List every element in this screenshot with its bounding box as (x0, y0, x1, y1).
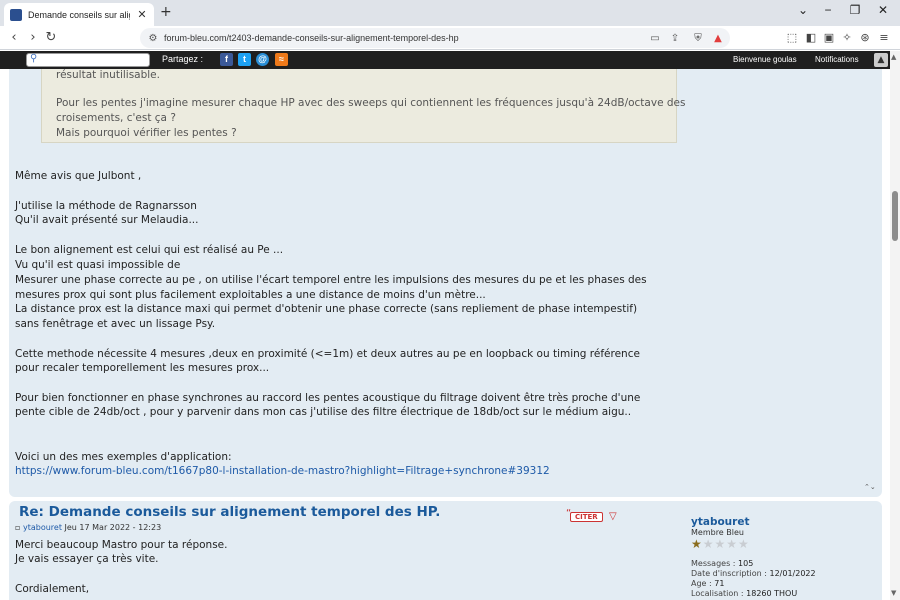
post-date: Jeu 17 Mar 2022 - 12:23 (64, 523, 162, 532)
post-previous: résultat inutilisable. Pour les pentes j… (9, 69, 882, 497)
post-text-line: Pour bien fonctionner en phase synchrone… (15, 392, 641, 404)
post-text-line: J'utilise la méthode de Ragnarsson (15, 200, 197, 212)
extensions-icon[interactable]: ⬚ (785, 31, 799, 45)
tab-close-icon[interactable]: ✕ (136, 8, 148, 21)
post-meta: ▫ ytabouret Jeu 17 Mar 2022 - 12:23 (15, 523, 161, 532)
scroll-up-icon[interactable]: ▲ (891, 53, 896, 61)
post-text-line: Cette methode nécessite 4 mesures ,deux … (15, 348, 640, 360)
post-text-line: mesures prox qui sont plus facilement ex… (15, 289, 486, 301)
minimize-button[interactable]: − (818, 3, 838, 17)
profile-username[interactable]: ytabouret (691, 516, 749, 528)
post-text-line: pente cible de 24db/oct , pour y parveni… (15, 406, 632, 418)
brave-shield-icon[interactable]: ⛨ (691, 33, 705, 44)
rewards-icon[interactable]: ▲ (711, 33, 725, 44)
post-text-line: Même avis que Julbont , (15, 170, 142, 182)
vpn-icon[interactable]: ⊛ (858, 31, 872, 45)
quote-line: Pour les pentes j'imagine mesurer chaque… (56, 97, 686, 109)
post-reply: Re: Demande conseils sur alignement temp… (9, 501, 882, 600)
profile-joined: Date d'inscription : 12/01/2022 (691, 569, 816, 578)
tab-list-button[interactable]: ⌄ (793, 3, 813, 17)
citer-button[interactable]: CITER (570, 512, 603, 522)
site-info-icon[interactable]: ⚙ (146, 33, 160, 44)
post-text-line: Qu'il avait présenté sur Melaudia... (15, 214, 199, 226)
post-link[interactable]: https://www.forum-bleu.com/t1667p80-l-in… (15, 465, 550, 477)
forum-page: résultat inutilisable. Pour les pentes j… (0, 69, 890, 600)
profile-age: Age : 71 (691, 579, 725, 588)
post-author-link[interactable]: ytabouret (23, 523, 62, 532)
page-scrollbar[interactable]: ▲ ▼ (890, 51, 900, 600)
star-filled-icon: ★ (691, 537, 703, 551)
forward-button[interactable]: › (25, 30, 41, 46)
post-text-line: Le bon alignement est celui qui est réal… (15, 244, 284, 256)
address-toolbar: ‹ › ↻ ☐ ⚙ forum-bleu.com/t2403-demande-c… (0, 26, 900, 50)
browser-tab[interactable]: Demande conseils sur alignement... ✕ (4, 3, 154, 26)
wallet-icon[interactable]: ▣ (822, 31, 836, 45)
report-icon[interactable]: ▽ (609, 511, 617, 522)
quote-block: résultat inutilisable. Pour les pentes j… (41, 69, 685, 143)
twitter-icon[interactable]: t (238, 53, 251, 66)
post-text-line: Mesurer une phase correcte au pe , on ut… (15, 274, 647, 286)
post-text-line: Vu qu'il est quasi impossible de (15, 259, 181, 271)
profile-rank: Membre Bleu (691, 528, 744, 537)
email-icon[interactable]: @ (256, 53, 269, 66)
maximize-button[interactable]: ❐ (845, 3, 865, 17)
share-icon[interactable]: ⇪ (668, 33, 682, 44)
close-window-button[interactable]: ✕ (873, 3, 893, 17)
reload-button[interactable]: ↻ (43, 30, 59, 46)
scroll-down-icon[interactable]: ▼ (891, 589, 896, 597)
search-icon: ⚲ (30, 53, 38, 64)
tab-title: Demande conseils sur alignement... (28, 9, 130, 20)
site-favicon-icon (10, 8, 22, 21)
profile-location: Localisation : 18260 THOU (691, 589, 798, 598)
post-text-line: La distance prox est la distance maxi qu… (15, 303, 638, 315)
quote-line: croisements, c'est ça ? (56, 112, 176, 124)
install-app-icon[interactable]: ▭ (648, 33, 662, 44)
share-label: Partagez : (162, 54, 204, 64)
star-empty-icon: ★★★★ (702, 537, 750, 551)
notifications-link[interactable]: Notifications (815, 55, 859, 64)
quote-line: Mais pourquoi vérifier les pentes ? (56, 127, 237, 139)
post-text-line: Cordialement, (15, 583, 90, 595)
post-text-line: Merci beaucoup Mastro pour ta réponse. (15, 539, 228, 551)
rss-icon[interactable]: ≈ (275, 53, 288, 66)
back-button[interactable]: ‹ (6, 30, 22, 46)
post-title[interactable]: Re: Demande conseils sur alignement temp… (19, 504, 440, 520)
browser-tab-bar: Demande conseils sur alignement... ✕ + ⌄… (0, 0, 900, 26)
profile-messages: Messages : 105 (691, 559, 754, 568)
url-text[interactable]: forum-bleu.com/t2403-demande-conseils-su… (164, 33, 459, 43)
sidebar-icon[interactable]: ◧ (804, 31, 818, 45)
post-text-line: Je vais essayer ça très vite. (15, 553, 159, 565)
search-input[interactable]: ⚲ (26, 53, 150, 67)
scroll-top-icon[interactable]: ▲ (874, 53, 888, 67)
quote-line: résultat inutilisable. (56, 69, 160, 81)
post-nav-arrows-icon[interactable]: ⌃⌄ (864, 483, 876, 491)
post-text-line: sans fenêtrage et avec un lissage Psy. (15, 318, 216, 330)
scrollbar-thumb[interactable] (892, 191, 898, 241)
welcome-user-link[interactable]: Bienvenue goulas (733, 55, 797, 64)
forum-top-bar: ⚲ Partagez : f t @ ≈ Bienvenue goulas No… (0, 51, 890, 69)
rank-stars: ★★★★★ (691, 537, 750, 551)
facebook-icon[interactable]: f (220, 53, 233, 66)
url-bar[interactable]: ⚙ forum-bleu.com/t2403-demande-conseils-… (140, 28, 730, 48)
post-text-line: Voici un des mes exemples d'application: (15, 451, 232, 463)
leo-ai-icon[interactable]: ✧ (840, 31, 854, 45)
post-icon: ▫ (15, 523, 23, 532)
post-text-line: pour recaler temporellement les mesures … (15, 362, 270, 374)
menu-icon[interactable]: ≡ (877, 31, 891, 45)
new-tab-button[interactable]: + (160, 4, 172, 20)
